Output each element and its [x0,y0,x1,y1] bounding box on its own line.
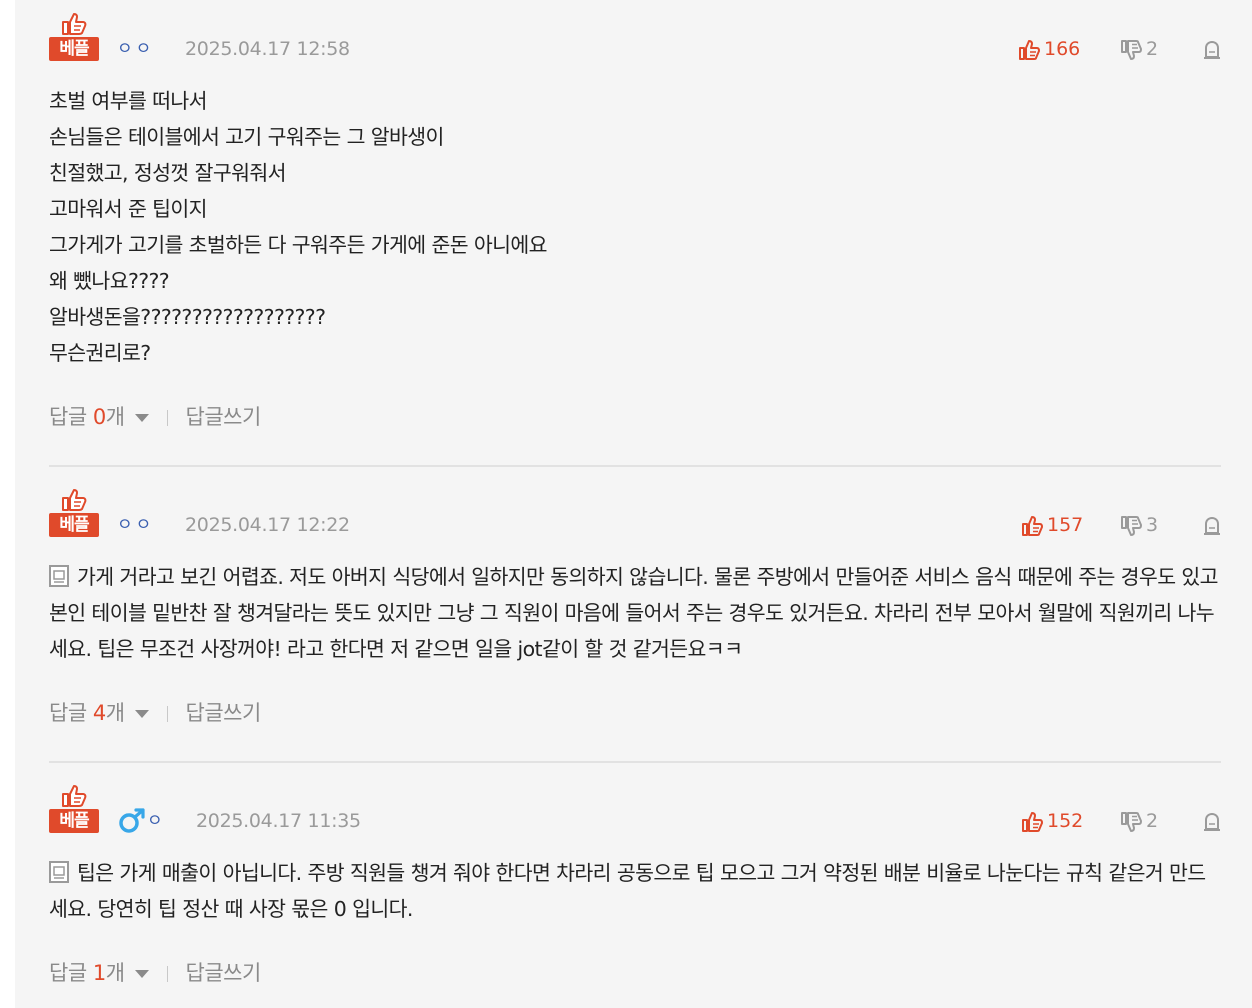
comment-body-text: 가게 거라고 보긴 어렵죠. 저도 아버지 식당에서 일하지만 동의하지 않습니… [49,565,1224,661]
author-nickname[interactable]: ㅇㅇ [117,36,154,62]
reply-count: 1 [92,961,106,985]
reply-label: 답글 [49,405,87,429]
reply-toggle[interactable]: 답글 0개 [49,405,149,429]
reply-unit: 개 [105,405,125,429]
best-badge-label: 베플 [49,513,99,537]
comment-divider [49,761,1221,763]
thumbs-up-icon [62,785,87,807]
thumbs-up-icon [1019,40,1040,60]
comment-item: 베플 ㅇ 2025.04.17 11:35 152 2 팁은 가게 매출이 아닙… [49,772,1221,1008]
best-comment-badge: 베플 [49,784,99,834]
comment-timestamp: 2025.04.17 11:35 [196,810,361,832]
thumbs-down-icon [1121,40,1142,60]
reply-label: 답글 [49,701,87,725]
best-comment-badge: 베플 [49,488,99,538]
comment-body: 팁은 가게 매출이 아닙니다. 주방 직원들 챙겨 줘야 한다면 차라리 공동으… [49,855,1221,927]
downvote-count: 3 [1146,514,1159,536]
author-nickname[interactable]: ㅇㅇ [117,512,154,538]
comment-footer: 답글 0개 답글쓰기 [49,402,261,432]
report-icon[interactable] [1202,40,1222,60]
write-reply-link[interactable]: 답글쓰기 [186,405,262,429]
reply-unit: 개 [105,701,125,725]
separator [166,410,168,426]
memo-icon [49,861,69,883]
thumbs-down-icon [1121,812,1142,832]
comment-body: 초벌 여부를 떠나서 손님들은 테이블에서 고기 구워주는 그 알바생이 친절했… [49,89,548,365]
separator [166,706,168,722]
comment-timestamp: 2025.04.17 12:22 [185,514,350,536]
comment-timestamp: 2025.04.17 12:58 [185,38,350,60]
upvote-count: 157 [1047,514,1084,536]
author-nickname-text: ㅇ [147,811,166,831]
reply-count: 4 [92,701,106,725]
male-icon [119,808,145,833]
downvote-count: 2 [1146,810,1159,832]
thumbs-up-icon [1022,516,1043,536]
comment-footer: 답글 1개 답글쓰기 [49,958,261,988]
comment-item: 베플 ㅇㅇ 2025.04.17 12:58 166 2 초벌 여부를 떠나서 … [49,0,1221,465]
comment-body: 가게 거라고 보긴 어렵죠. 저도 아버지 식당에서 일하지만 동의하지 않습니… [49,559,1221,667]
thumbs-up-icon [1022,812,1043,832]
reply-toggle[interactable]: 답글 1개 [49,961,149,985]
chevron-down-icon [134,710,149,718]
thumbs-down-icon [1121,516,1142,536]
author-nickname[interactable]: ㅇ [117,808,166,834]
report-icon[interactable] [1202,516,1222,536]
report-icon[interactable] [1202,812,1222,832]
chevron-down-icon [134,970,149,978]
reply-label: 답글 [49,961,87,985]
comment-body-text: 팁은 가게 매출이 아닙니다. 주방 직원들 챙겨 줘야 한다면 차라리 공동으… [49,861,1206,921]
comment-footer: 답글 4개 답글쓰기 [49,698,261,728]
reply-unit: 개 [105,961,125,985]
upvote-count: 152 [1047,810,1084,832]
upvote-count: 166 [1044,38,1081,60]
downvote-count: 2 [1146,38,1159,60]
thumbs-up-icon [62,489,87,511]
comment-item: 베플 ㅇㅇ 2025.04.17 12:22 157 3 가게 거라고 보긴 어… [49,476,1221,761]
separator [166,966,168,982]
reply-count: 0 [92,405,106,429]
comment-divider [49,465,1221,467]
best-badge-label: 베플 [49,809,99,833]
best-comment-badge: 베플 [49,12,99,62]
best-badge-label: 베플 [49,37,99,61]
chevron-down-icon [134,414,149,422]
reply-toggle[interactable]: 답글 4개 [49,701,149,725]
write-reply-link[interactable]: 답글쓰기 [186,961,262,985]
write-reply-link[interactable]: 답글쓰기 [186,701,262,725]
thumbs-up-icon [62,13,87,35]
memo-icon [49,565,69,587]
